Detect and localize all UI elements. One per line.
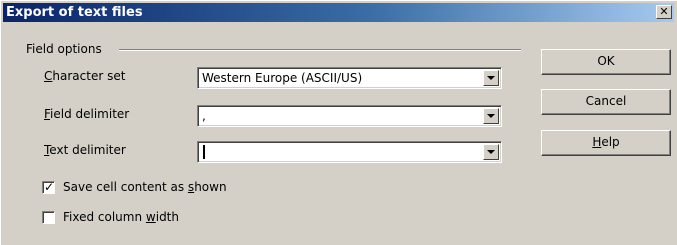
save-cell-content-label[interactable]: Save cell content as shown [63, 180, 227, 194]
character-set-value: Western Europe (ASCII/US) [202, 71, 363, 85]
text-delimiter-combobox[interactable] [197, 141, 502, 163]
close-icon[interactable]: ✕ [656, 5, 672, 19]
field-delimiter-label: Field delimiter [44, 107, 129, 121]
fixed-column-width-accel: w [145, 210, 156, 224]
fixed-column-width-label-pre: Fixed column [63, 210, 146, 224]
help-button[interactable]: Help [541, 130, 671, 156]
save-cell-content-checkbox[interactable]: ✓ [42, 180, 55, 194]
field-delimiter-combobox[interactable]: , [197, 105, 502, 127]
save-cell-content-label-post: hown [194, 180, 227, 194]
field-delimiter-label-text: ield delimiter [50, 107, 130, 121]
field-delimiter-value: , [202, 109, 206, 123]
chevron-down-icon[interactable] [483, 144, 499, 160]
fixed-column-width-checkbox[interactable] [42, 211, 55, 224]
export-text-dialog: Export of text files ✕ Field options Cha… [0, 0, 677, 245]
chevron-down-icon[interactable] [483, 108, 499, 124]
window-title: Export of text files [6, 5, 143, 20]
character-set-combobox[interactable]: Western Europe (ASCII/US) [197, 67, 502, 89]
ok-button[interactable]: OK [541, 49, 671, 75]
text-delimiter-label: Text delimiter [44, 143, 126, 157]
field-options-group-label: Field options [26, 42, 102, 56]
text-delimiter-label-text: ext delimiter [49, 143, 126, 157]
fixed-column-width-label-post: idth [155, 210, 179, 224]
group-divider [119, 49, 521, 51]
help-accel: H [592, 135, 602, 149]
character-set-label-text: haracter set [52, 69, 126, 83]
character-set-label: Character set [44, 69, 125, 83]
fixed-column-width-label[interactable]: Fixed column width [63, 210, 179, 224]
help-label-text: elp [601, 135, 620, 149]
save-cell-content-label-pre: Save cell content as [63, 180, 188, 194]
chevron-down-icon[interactable] [483, 70, 499, 86]
checkmark-icon: ✓ [44, 180, 55, 194]
text-cursor [203, 145, 205, 159]
title-bar[interactable]: Export of text files ✕ [3, 3, 674, 22]
cancel-button[interactable]: Cancel [541, 89, 671, 115]
